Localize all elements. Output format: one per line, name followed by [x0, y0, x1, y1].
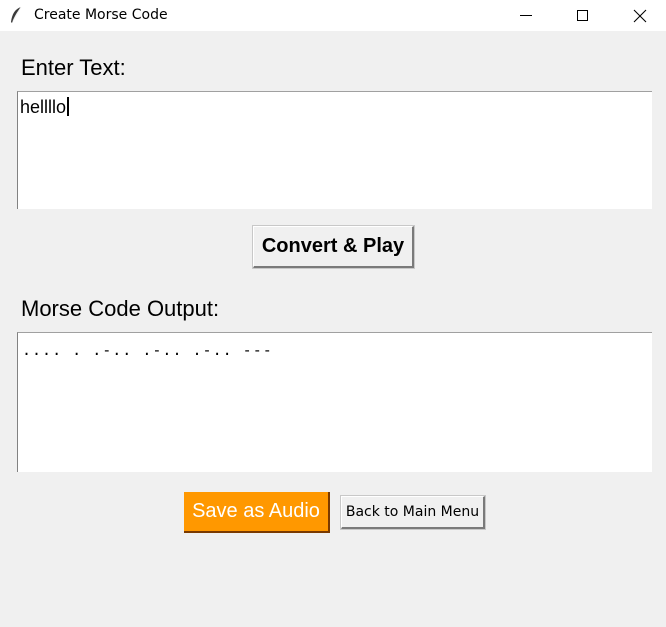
maximize-icon	[577, 10, 588, 21]
text-input-value: hellllo	[20, 97, 70, 118]
morse-output-field[interactable]: .... . .-.. .-.. .-.. ---	[17, 332, 652, 472]
text-cursor	[67, 97, 70, 116]
convert-play-button[interactable]: Convert & Play	[253, 226, 414, 268]
text-input[interactable]: hellllo	[17, 91, 652, 209]
enter-text-label: Enter Text:	[21, 55, 126, 80]
close-icon	[633, 9, 647, 23]
close-button[interactable]	[612, 0, 666, 31]
morse-output-label: Morse Code Output:	[21, 296, 220, 321]
back-to-main-menu-button[interactable]: Back to Main Menu	[341, 496, 485, 529]
morse-output-value: .... . .-.. .-.. .-.. ---	[22, 341, 273, 359]
maximize-button[interactable]	[555, 0, 611, 31]
minimize-button[interactable]	[498, 0, 554, 31]
feather-icon	[8, 6, 24, 24]
save-audio-button[interactable]: Save as Audio	[184, 492, 330, 533]
title-bar: Create Morse Code	[0, 0, 666, 31]
minimize-icon	[520, 15, 532, 16]
window-title: Create Morse Code	[34, 7, 168, 23]
